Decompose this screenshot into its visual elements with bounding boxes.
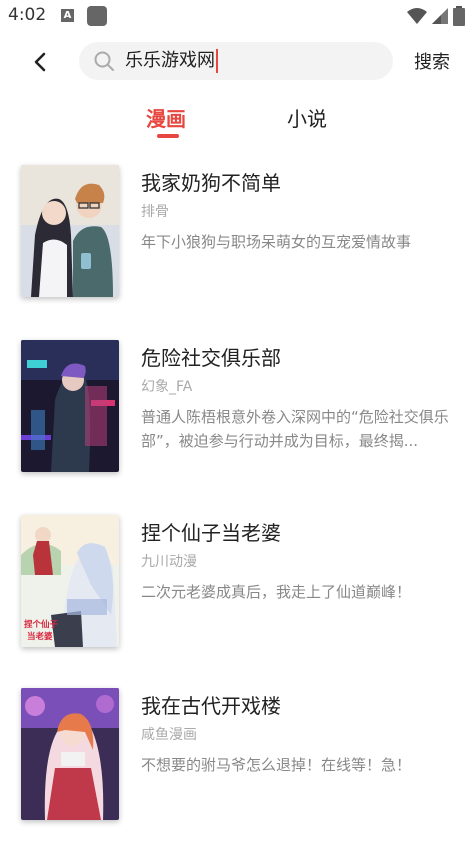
- comic-author: 咸鱼漫画: [141, 727, 197, 743]
- signal-icon: [432, 8, 448, 24]
- result-item[interactable]: 危险社交俱乐部 幻象_FA 普通人陈梧根意外卷入深网中的“危险社交俱乐部”，被迫…: [0, 340, 475, 475]
- result-item[interactable]: 捏个仙子 当老婆 捏个仙子当老婆 九川动漫 二次元老婆成真后，我走上了仙道巅峰！: [0, 515, 475, 650]
- result-item[interactable]: 我在古代开戏楼 咸鱼漫画 不想要的驸马爷怎么退掉！在线等！急！: [0, 688, 475, 823]
- comic-author: 排骨: [141, 204, 169, 220]
- comic-description: 年下小狼狗与职场呆萌女的互宠爱情故事: [141, 233, 412, 251]
- search-query: 乐乐游戏网: [125, 50, 215, 71]
- comic-author: 九川动漫: [141, 554, 197, 570]
- cover-image: [21, 165, 119, 297]
- search-input[interactable]: 乐乐游戏网: [125, 42, 218, 80]
- comic-title: 我在古代开戏楼: [141, 694, 281, 718]
- back-arrow-icon: [34, 52, 46, 72]
- tab-novel[interactable]: 小说: [287, 103, 327, 132]
- cover-image: [21, 688, 119, 820]
- search-button[interactable]: 搜索: [414, 48, 450, 74]
- status-bar: 4:02 A: [0, 0, 475, 32]
- comic-description: 不想要的驸马爷怎么退掉！在线等！急！: [141, 756, 412, 774]
- wifi-icon: [407, 8, 427, 24]
- comic-description: 普通人陈梧根意外卷入深网中的“危险社交俱乐部”，被迫参与行动并成为目标，最终揭.…: [141, 408, 449, 450]
- comic-author: 幻象_FA: [141, 379, 193, 395]
- search-header: 乐乐游戏网 搜索: [0, 40, 475, 84]
- search-icon: [94, 51, 114, 71]
- comic-title: 危险社交俱乐部: [141, 346, 281, 370]
- back-button[interactable]: [24, 46, 56, 78]
- search-box[interactable]: 乐乐游戏网: [79, 42, 393, 80]
- text-caret: [216, 49, 218, 73]
- battery-icon: [453, 6, 465, 26]
- comic-title: 我家奶狗不简单: [141, 171, 281, 195]
- category-tabs: 漫画 小说: [0, 100, 475, 144]
- comic-title: 捏个仙子当老婆: [141, 521, 281, 545]
- active-tab-indicator: [157, 134, 179, 138]
- tab-comic[interactable]: 漫画: [146, 103, 186, 132]
- comic-description: 二次元老婆成真后，我走上了仙道巅峰！: [141, 583, 412, 601]
- notification-app-icon: [87, 6, 107, 26]
- status-time: 4:02: [8, 5, 47, 25]
- cover-title-art: 捏个仙子: [24, 619, 59, 630]
- status-icons: [407, 6, 465, 26]
- cover-title-art-2: 当老婆: [27, 631, 53, 642]
- result-item[interactable]: 我家奶狗不简单 排骨 年下小狼狗与职场呆萌女的互宠爱情故事: [0, 165, 475, 300]
- notification-a-icon: A: [61, 9, 74, 22]
- cover-image: [21, 340, 119, 472]
- cover-image: 捏个仙子 当老婆: [21, 515, 119, 647]
